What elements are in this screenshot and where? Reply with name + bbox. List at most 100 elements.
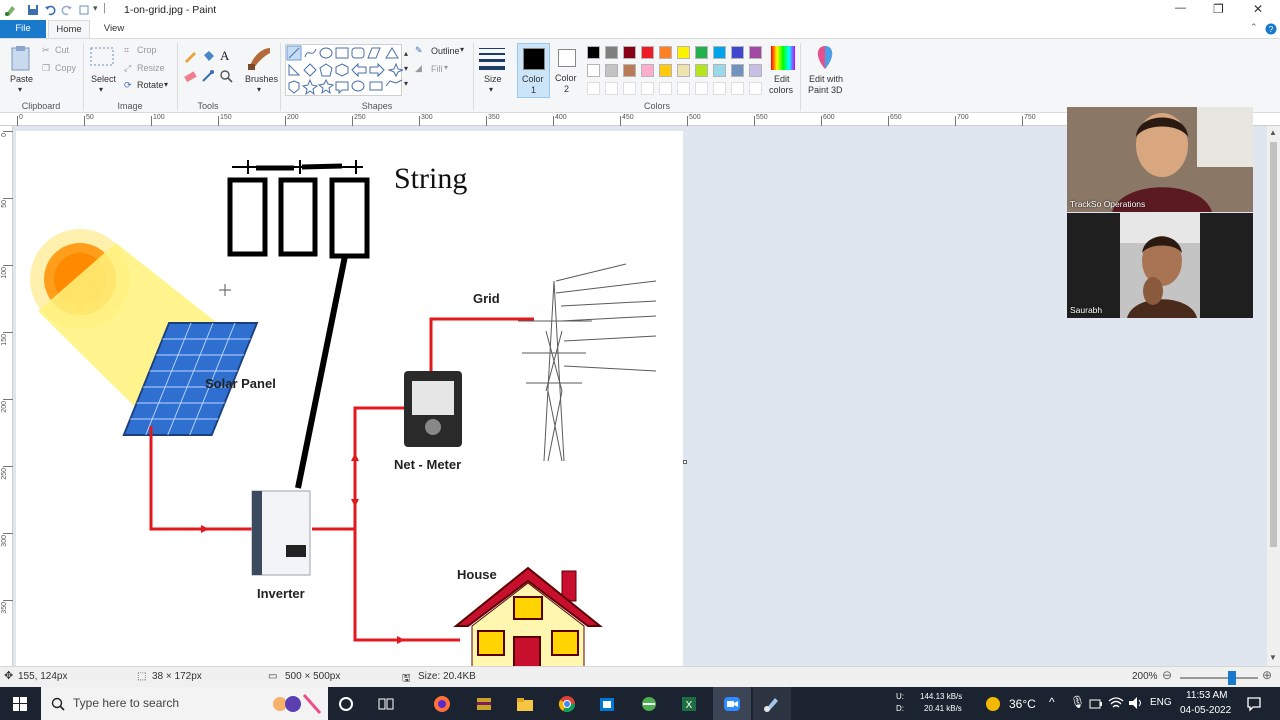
- paint3d-icon[interactable]: [812, 44, 838, 72]
- canvas-resize-handle[interactable]: [683, 460, 687, 464]
- firefox-icon[interactable]: [433, 695, 451, 713]
- palette-swatch[interactable]: [641, 64, 654, 77]
- language-indicator[interactable]: ENG: [1150, 697, 1172, 708]
- select-dropdown-icon[interactable]: ▾: [99, 85, 103, 94]
- video-tile-participant2[interactable]: Saurabh: [1067, 213, 1253, 318]
- redo-icon[interactable]: [61, 4, 73, 16]
- chrome-icon[interactable]: [558, 695, 576, 713]
- paste-icon[interactable]: [10, 45, 32, 73]
- quick-access-dropdown-icon[interactable]: ▾: [93, 3, 98, 14]
- outline-button[interactable]: Outline: [431, 46, 460, 56]
- paste-button[interactable]: Paste: [10, 74, 33, 84]
- clock-date[interactable]: 04-05-2022: [1180, 705, 1231, 716]
- palette-swatch[interactable]: [587, 82, 600, 95]
- fill-bucket-icon[interactable]: [201, 49, 215, 63]
- temperature[interactable]: 36°C: [1009, 697, 1036, 711]
- palette-swatch[interactable]: [749, 46, 762, 59]
- new-file-icon[interactable]: [78, 4, 90, 16]
- shapes-gallery-icons[interactable]: [286, 45, 405, 97]
- save-icon[interactable]: [27, 4, 39, 16]
- collapse-ribbon-icon[interactable]: ⌃: [1250, 22, 1258, 33]
- tab-home[interactable]: Home: [48, 20, 90, 38]
- rotate-icon[interactable]: ⟳: [124, 80, 132, 91]
- edit-colors-line1[interactable]: Edit: [774, 74, 790, 84]
- palette-swatch[interactable]: [695, 64, 708, 77]
- tab-file[interactable]: File: [0, 20, 46, 38]
- text-tool-icon[interactable]: A: [220, 48, 229, 64]
- paint-taskbar-item[interactable]: [753, 687, 791, 720]
- minimize-button[interactable]: —: [1175, 2, 1186, 14]
- palette-swatch[interactable]: [659, 64, 672, 77]
- palette-swatch[interactable]: [605, 64, 618, 77]
- undo-icon[interactable]: [44, 4, 56, 16]
- palette-swatch[interactable]: [659, 82, 672, 95]
- video-tile-participant1[interactable]: TrackSo Operations: [1067, 107, 1253, 212]
- brushes-button[interactable]: Brushes: [245, 74, 278, 84]
- palette-swatch[interactable]: [749, 64, 762, 77]
- zoom-slider-track[interactable]: [1180, 677, 1258, 679]
- crop-button[interactable]: Crop: [137, 45, 157, 55]
- palette-swatch[interactable]: [641, 46, 654, 59]
- cortana-icon[interactable]: [338, 696, 354, 712]
- palette-swatch[interactable]: [587, 64, 600, 77]
- palette-swatch[interactable]: [695, 82, 708, 95]
- brushes-dropdown-icon[interactable]: ▾: [257, 85, 261, 94]
- palette-swatch[interactable]: [713, 64, 726, 77]
- cut-icon[interactable]: ✂: [42, 45, 50, 56]
- rotate-dropdown-icon[interactable]: ▾: [164, 80, 168, 89]
- color2-button[interactable]: Color 2: [552, 43, 583, 98]
- palette-swatch[interactable]: [713, 82, 726, 95]
- close-button[interactable]: ✕: [1253, 2, 1263, 16]
- crop-icon[interactable]: ⌗: [124, 45, 129, 56]
- palette-swatch[interactable]: [677, 46, 690, 59]
- palette-swatch[interactable]: [623, 82, 636, 95]
- windows-start-icon[interactable]: [13, 697, 27, 711]
- resize-button[interactable]: Resize: [137, 63, 165, 73]
- brushes-icon[interactable]: [246, 44, 274, 72]
- weather-sun-icon[interactable]: [985, 696, 1001, 712]
- outline-icon[interactable]: ✎: [415, 45, 423, 56]
- palette-swatch[interactable]: [695, 46, 708, 59]
- cut-button[interactable]: Cut: [55, 45, 69, 55]
- size-icon[interactable]: [478, 46, 506, 72]
- notification-center-icon[interactable]: [1246, 696, 1262, 712]
- taskbar-search-box[interactable]: Type here to search: [41, 687, 328, 720]
- shapes-scroll-up-icon[interactable]: ▴: [404, 49, 408, 58]
- copy-button[interactable]: Copy: [55, 63, 76, 73]
- palette-swatch[interactable]: [623, 64, 636, 77]
- palette-swatch[interactable]: [677, 82, 690, 95]
- fill-dropdown-icon[interactable]: ▾: [444, 63, 448, 72]
- magnifier-icon[interactable]: [219, 69, 233, 83]
- color1-button[interactable]: Color 1: [517, 43, 550, 98]
- volume-icon[interactable]: [1128, 696, 1144, 710]
- paste-dropdown-icon[interactable]: ▾: [18, 85, 22, 94]
- network-app-icon[interactable]: [640, 695, 658, 713]
- outline-dropdown-icon[interactable]: ▾: [460, 45, 464, 54]
- color-picker-icon[interactable]: [201, 69, 215, 83]
- rotate-button[interactable]: Rotate: [137, 80, 164, 90]
- select-button[interactable]: Select: [91, 74, 116, 84]
- drawing-canvas[interactable]: String Solar Panel Grid Net - Meter Inve…: [16, 131, 683, 666]
- resize-icon[interactable]: ⤢: [124, 63, 131, 74]
- battery-icon[interactable]: [1089, 698, 1103, 710]
- winrar-icon[interactable]: [475, 695, 493, 713]
- palette-swatch[interactable]: [677, 64, 690, 77]
- palette-swatch[interactable]: [731, 46, 744, 59]
- zoom-in-icon[interactable]: ⊕: [1262, 668, 1272, 682]
- edit-colors-line2[interactable]: colors: [769, 85, 793, 95]
- fill-icon[interactable]: ◢: [415, 63, 422, 74]
- palette-swatch[interactable]: [587, 46, 600, 59]
- palette-swatch[interactable]: [731, 82, 744, 95]
- palette-swatch[interactable]: [605, 82, 618, 95]
- file-explorer-icon[interactable]: [516, 695, 534, 713]
- shapes-scroll-down-icon[interactable]: ▾: [404, 64, 408, 73]
- palette-swatch[interactable]: [623, 46, 636, 59]
- edit-colors-icon[interactable]: [770, 45, 796, 71]
- scroll-up-icon[interactable]: ▲: [1269, 128, 1277, 137]
- store-icon[interactable]: [598, 695, 616, 713]
- microphone-icon[interactable]: 🎙: [1070, 695, 1085, 709]
- tray-expand-icon[interactable]: ^: [1049, 695, 1055, 709]
- maximize-button[interactable]: ❐: [1213, 2, 1224, 16]
- shapes-more-icon[interactable]: ▾: [404, 79, 408, 88]
- help-icon[interactable]: ?: [1265, 23, 1277, 35]
